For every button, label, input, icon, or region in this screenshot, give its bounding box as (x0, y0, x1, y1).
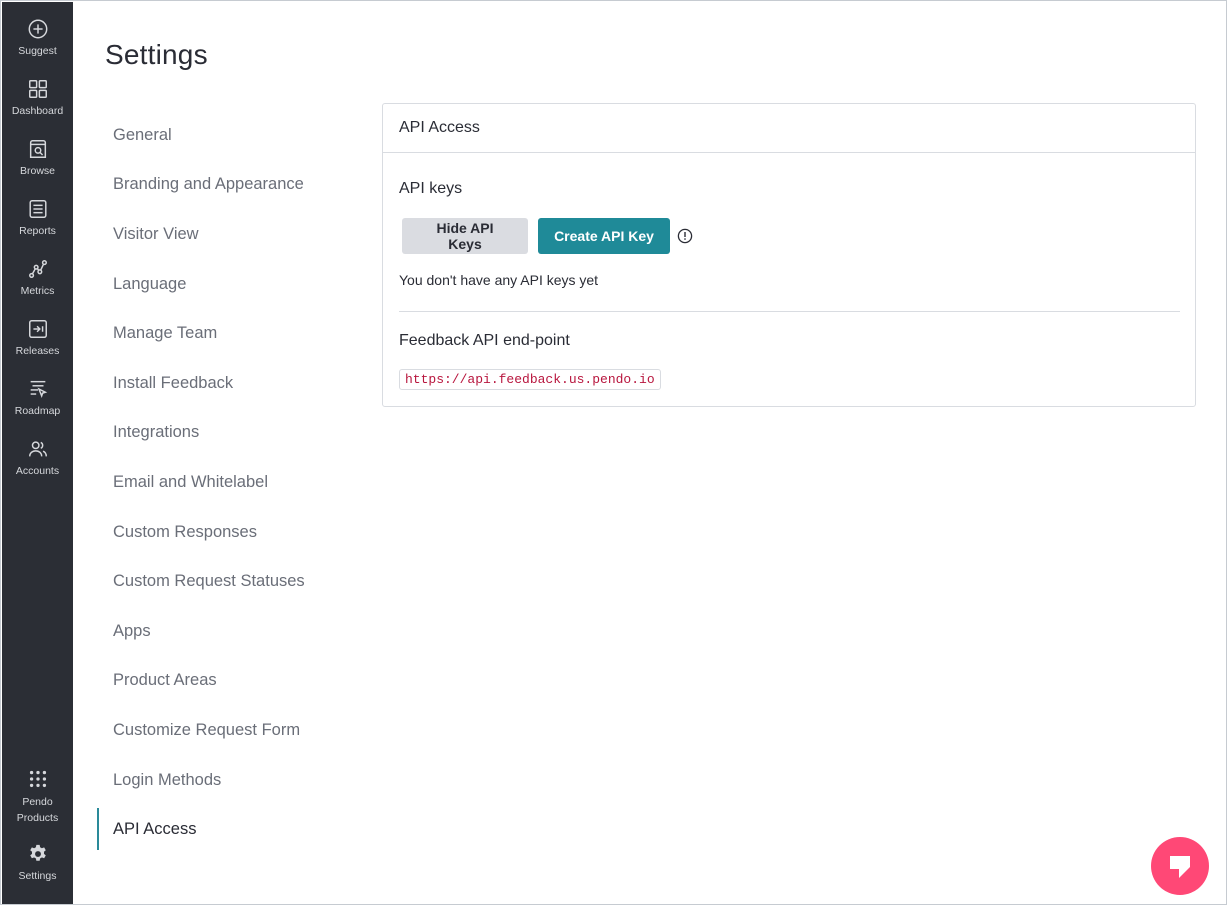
rail-item-roadmap[interactable]: Roadmap (2, 378, 73, 434)
nav-item-product-areas[interactable]: Product Areas (97, 659, 347, 701)
rail-item-label: Products (16, 812, 59, 824)
nav-item-login-methods[interactable]: Login Methods (97, 759, 347, 801)
nav-item-install-feedback[interactable]: Install Feedback (97, 362, 347, 404)
gear-icon (29, 844, 46, 861)
browse-icon (29, 140, 46, 158)
rail-item-dashboard[interactable]: Dashboard (2, 78, 73, 134)
nav-item-visitor-view[interactable]: Visitor View (97, 213, 347, 255)
left-rail: Suggest Dashboard Browse Reports Metrics… (2, 2, 73, 904)
nav-item-language[interactable]: Language (97, 263, 347, 305)
roadmap-icon (30, 380, 47, 399)
rail-item-releases[interactable]: Releases (2, 318, 73, 374)
rail-item-label: Releases (15, 345, 60, 357)
rail-item-settings[interactable]: Settings (2, 843, 73, 899)
nav-item-email-whitelabel[interactable]: Email and Whitelabel (97, 461, 347, 503)
pendo-launcher-icon (1170, 856, 1190, 878)
rail-item-label: Pendo (22, 796, 53, 808)
nav-item-branding[interactable]: Branding and Appearance (97, 163, 347, 205)
page-title: Settings (105, 39, 208, 70)
dots-grid-icon (29, 770, 46, 788)
nav-item-custom-responses[interactable]: Custom Responses (97, 511, 347, 553)
rail-item-label: Suggest (18, 45, 57, 57)
info-icon[interactable] (677, 228, 693, 244)
hide-api-keys-button[interactable]: Hide API Keys (402, 218, 528, 254)
app-window: Suggest Dashboard Browse Reports Metrics… (0, 0, 1227, 905)
nav-item-api-access[interactable]: API Access (97, 808, 347, 850)
create-api-key-button[interactable]: Create API Key (538, 218, 670, 254)
nav-item-integrations[interactable]: Integrations (97, 411, 347, 453)
pendo-launcher-button[interactable] (1151, 837, 1209, 895)
rail-item-suggest[interactable]: Suggest (2, 18, 73, 74)
endpoint-url: https://api.feedback.us.pendo.io (399, 369, 661, 390)
rail-item-label: Roadmap (14, 405, 61, 417)
divider (399, 311, 1180, 312)
rail-item-reports[interactable]: Reports (2, 198, 73, 254)
empty-api-keys-text: You don't have any API keys yet (399, 272, 599, 288)
rail-item-browse[interactable]: Browse (2, 138, 73, 194)
rail-item-label: Settings (18, 870, 57, 882)
rail-item-metrics[interactable]: Metrics (2, 258, 73, 314)
api-access-card: API Access API keys Hide API Keys Create… (382, 103, 1196, 407)
nav-item-apps[interactable]: Apps (97, 610, 347, 652)
reports-icon (28, 200, 47, 218)
rail-item-label: Accounts (15, 465, 60, 477)
nav-item-manage-team[interactable]: Manage Team (97, 312, 347, 354)
accounts-icon (28, 441, 47, 457)
metrics-icon (28, 260, 47, 278)
rail-item-pendo-products[interactable]: Pendo Products (2, 768, 73, 828)
rail-item-label: Metrics (20, 285, 55, 297)
nav-item-custom-request-statuses[interactable]: Custom Request Statuses (97, 560, 347, 602)
rail-item-accounts[interactable]: Accounts (2, 438, 73, 494)
nav-item-customize-request-form[interactable]: Customize Request Form (97, 709, 347, 751)
endpoint-title: Feedback API end-point (399, 332, 570, 349)
rail-item-label: Browse (19, 165, 55, 177)
releases-icon (28, 320, 47, 338)
card-header: API Access (383, 104, 1195, 153)
grid-icon (28, 80, 47, 98)
plus-circle-icon (28, 19, 47, 39)
rail-item-label: Reports (19, 225, 56, 237)
rail-item-label: Dashboard (11, 105, 64, 117)
nav-item-general[interactable]: General (97, 114, 347, 156)
api-keys-title: API keys (399, 180, 463, 197)
